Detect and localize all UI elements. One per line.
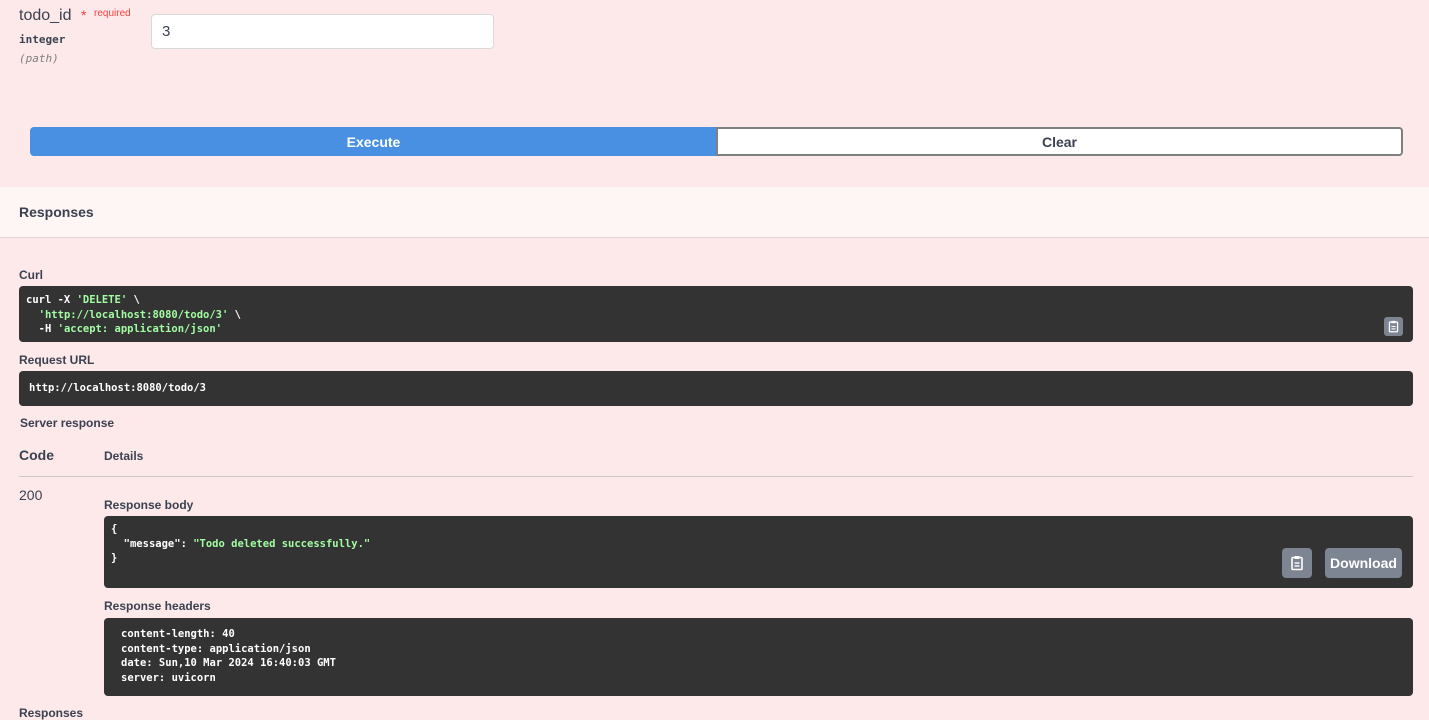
copy-response-button[interactable]: [1282, 548, 1312, 578]
response-body-label: Response body: [104, 498, 194, 512]
responses-header: [0, 187, 1429, 238]
response-header-line: server: uvicorn: [121, 671, 216, 684]
required-label: required: [94, 8, 131, 19]
copy-curl-button[interactable]: [1384, 317, 1403, 336]
request-url-value: http://localhost:8080/todo/3: [29, 382, 207, 394]
responses-title: Responses: [19, 204, 94, 220]
response-header-line: content-length: 40: [121, 628, 235, 640]
curl-block: curl -X 'DELETE' \ 'http://localhost:808…: [19, 286, 1413, 342]
param-location: (path): [19, 52, 59, 65]
response-body-block: { "message": "Todo deleted successfully.…: [104, 516, 1413, 588]
required-star: *: [81, 7, 87, 23]
table-divider: [19, 476, 1413, 477]
request-url-label: Request URL: [19, 353, 95, 367]
clipboard-copy-icon: [1388, 320, 1399, 333]
curl-label: Curl: [19, 268, 43, 282]
details-column-header: Details: [104, 449, 144, 463]
server-response-label: Server response: [20, 416, 115, 430]
clear-button[interactable]: Clear: [716, 127, 1403, 156]
responses-subheading: Responses: [19, 706, 84, 720]
response-header-line: date: Sun,10 Mar 2024 16:40:03 GMT: [121, 657, 336, 669]
param-name: todo_id: [19, 7, 72, 24]
request-url-block: http://localhost:8080/todo/3: [19, 371, 1413, 406]
status-code: 200: [19, 487, 43, 503]
clipboard-copy-icon: [1291, 556, 1303, 571]
response-header-line: content-type: application/json: [121, 642, 311, 655]
code-column-header: Code: [19, 447, 54, 463]
todo-id-input[interactable]: 3: [151, 14, 494, 49]
param-type: integer: [19, 33, 66, 46]
download-button[interactable]: Download: [1325, 548, 1402, 578]
response-headers-block: content-length: 40 content-type: applica…: [104, 618, 1413, 696]
execute-button[interactable]: Execute: [30, 127, 717, 156]
response-headers-label: Response headers: [104, 599, 211, 613]
